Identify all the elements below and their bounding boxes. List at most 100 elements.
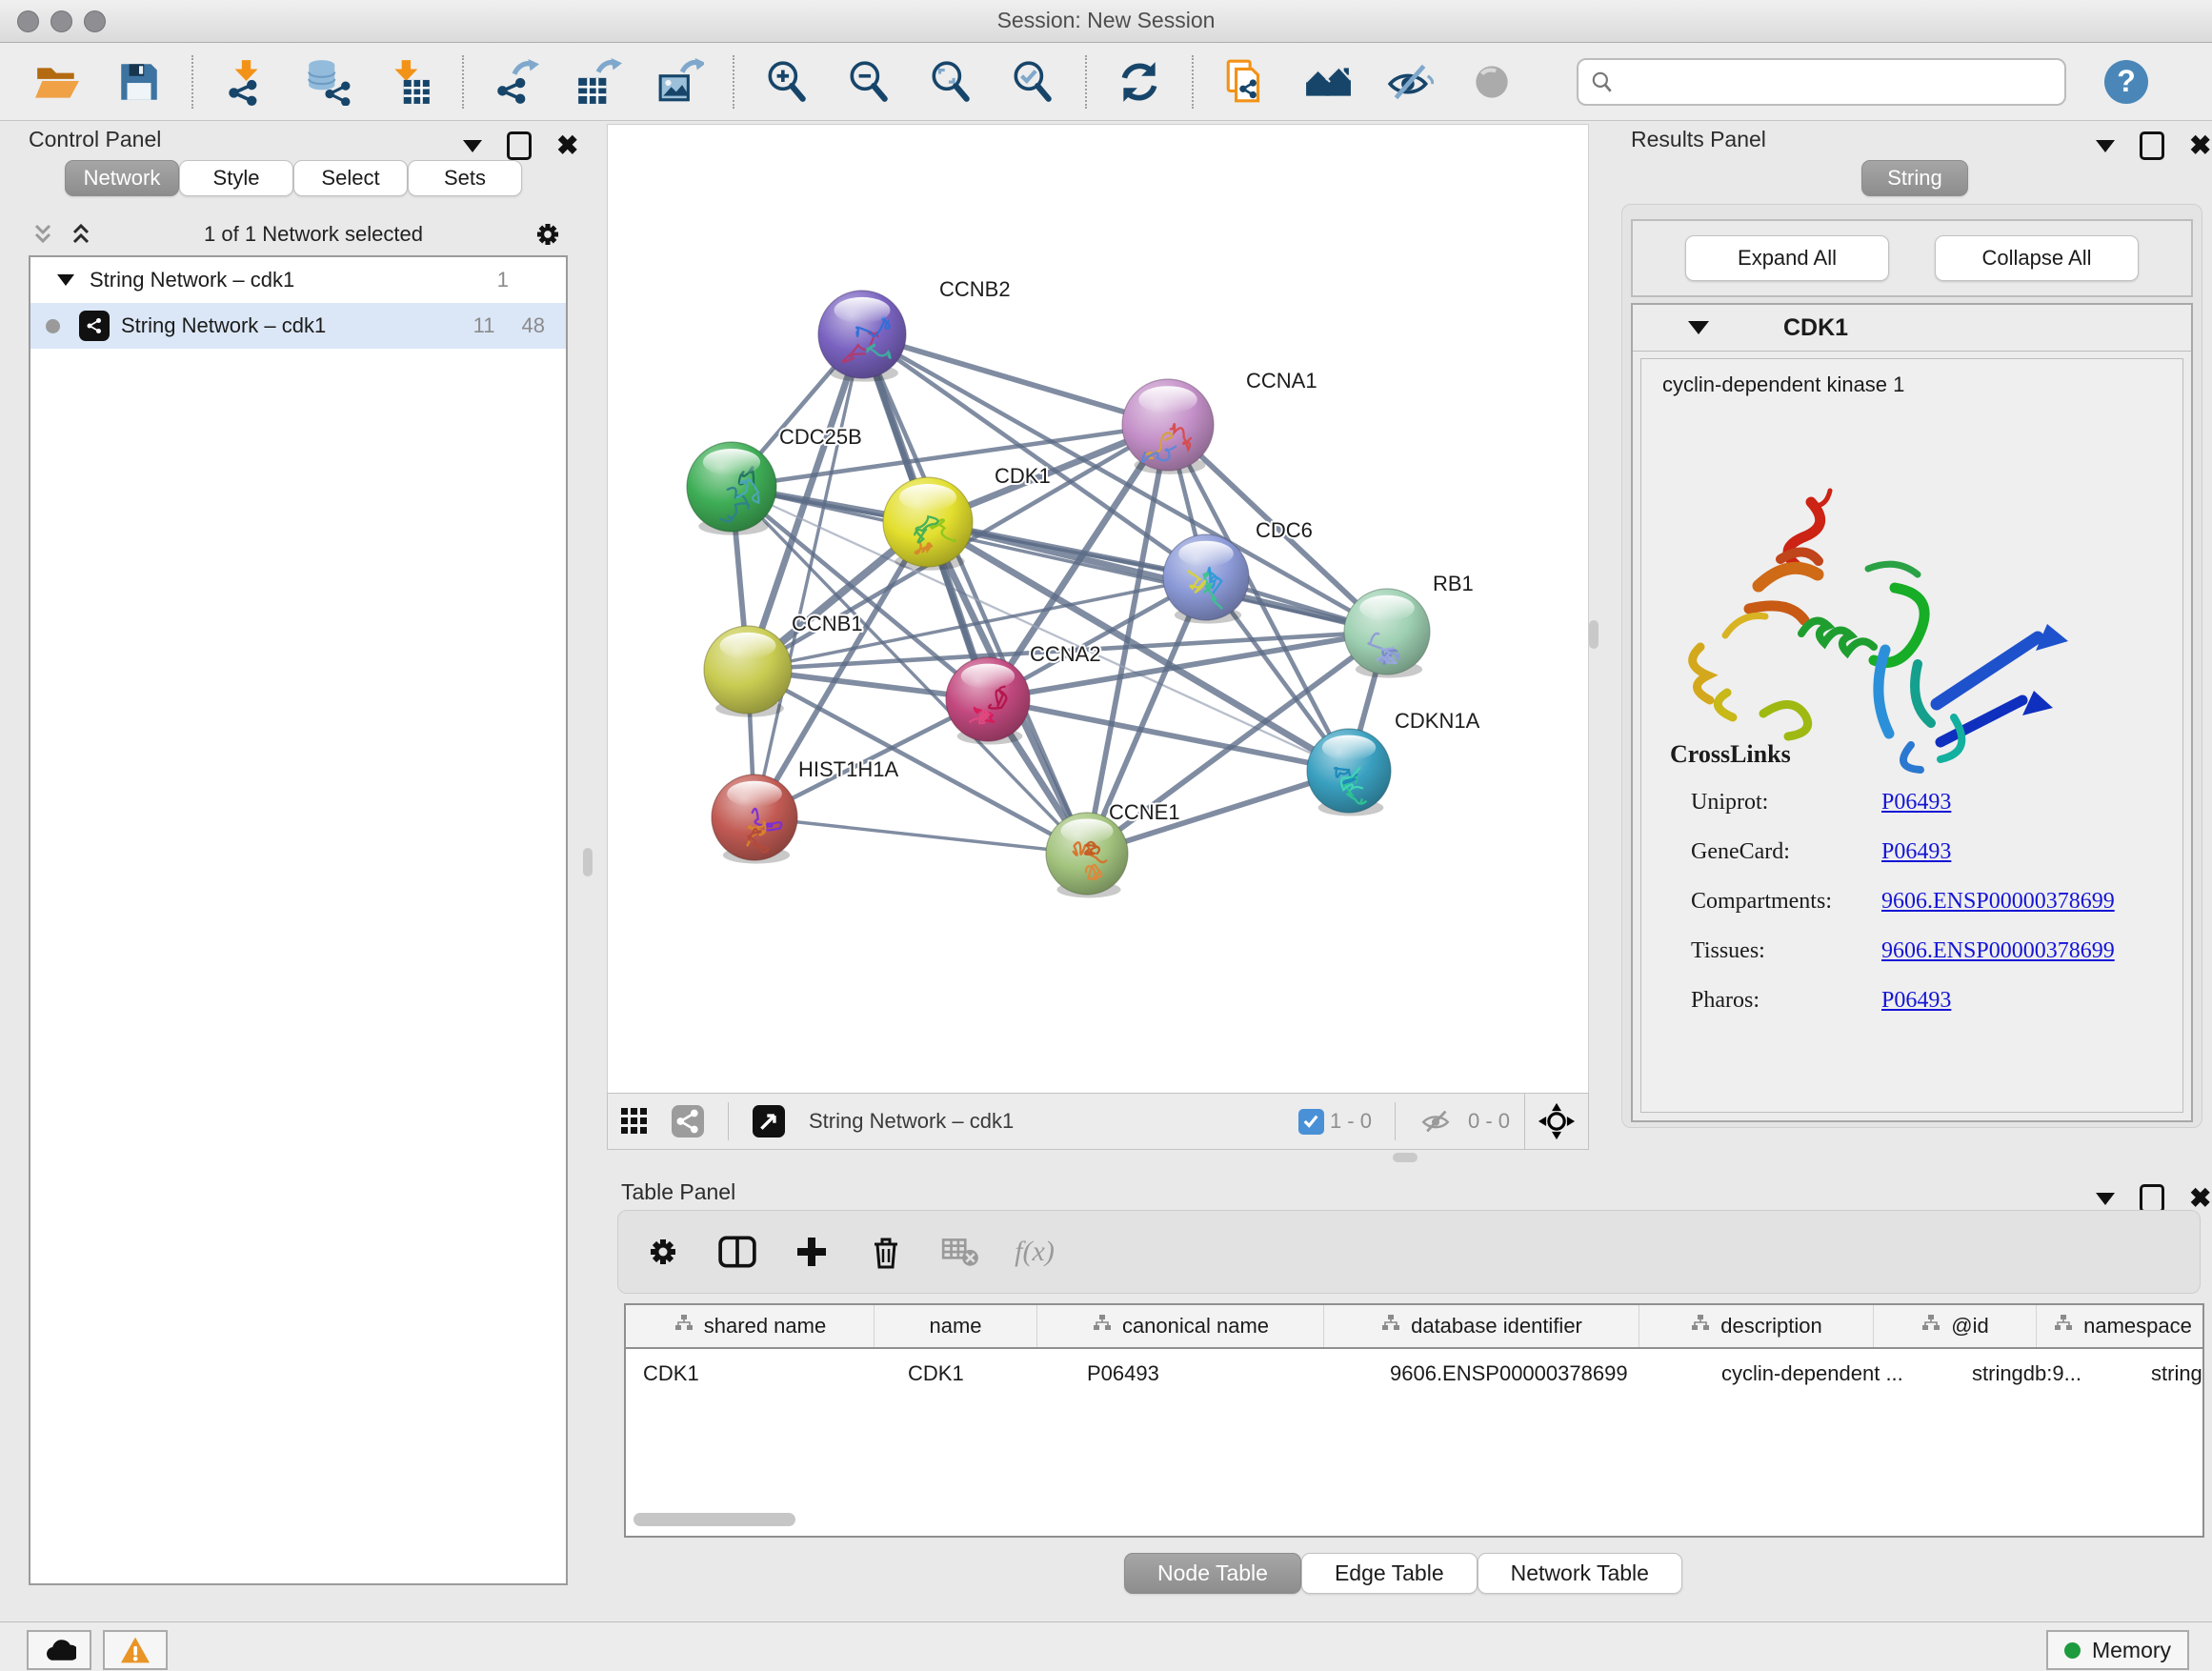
birds-eye-view-icon[interactable] xyxy=(750,1102,788,1140)
panel-close-icon[interactable]: ✖ xyxy=(2189,135,2211,156)
search-input[interactable] xyxy=(1622,70,2053,94)
network-collection-row[interactable]: String Network – cdk1 1 xyxy=(30,257,566,303)
delete-column-button[interactable] xyxy=(860,1226,912,1278)
zoom-out-button[interactable] xyxy=(840,53,897,111)
network-edge-HIST1H1A-CCNE1[interactable] xyxy=(754,817,1087,854)
warnings-button[interactable] xyxy=(103,1630,168,1670)
panel-menu-icon[interactable] xyxy=(2096,140,2115,152)
tab-select[interactable]: Select xyxy=(293,160,408,196)
table-cell[interactable]: CDK1 xyxy=(626,1349,891,1399)
tab-sets[interactable]: Sets xyxy=(408,160,522,196)
scrollbar-thumb[interactable] xyxy=(633,1513,795,1526)
selected-checkbox-icon[interactable] xyxy=(1298,1109,1324,1135)
export-table-icon xyxy=(574,58,622,106)
network-node-HIST1H1A[interactable] xyxy=(712,775,797,864)
gear-icon[interactable] xyxy=(532,218,564,251)
zoom-in-button[interactable] xyxy=(758,53,815,111)
network-view-icon[interactable] xyxy=(669,1102,707,1140)
memory-button[interactable]: Memory xyxy=(2046,1630,2189,1670)
tab-network-table[interactable]: Network Table xyxy=(1478,1553,1682,1594)
column-header-namespace[interactable]: namespace xyxy=(2037,1305,2204,1347)
network-node-CCNA1[interactable] xyxy=(1122,379,1214,474)
node-label-CCNB1: CCNB1 xyxy=(792,612,863,635)
node-details-header[interactable]: CDK1 xyxy=(1633,305,2191,352)
collapse-all-chevron-icon[interactable] xyxy=(29,220,57,249)
panel-float-icon[interactable] xyxy=(2140,131,2164,160)
crosslink-link[interactable]: 9606.ENSP00000378699 xyxy=(1881,938,2115,964)
save-session-button[interactable] xyxy=(111,53,168,111)
import-network-file-button[interactable] xyxy=(217,53,274,111)
network-canvas[interactable]: CCNB2CCNA1CDC25BCDK1CDC6RB1CCNB1CCNA2CDK… xyxy=(607,124,1589,1094)
column-header-description[interactable]: description xyxy=(1639,1305,1874,1347)
cloud-button[interactable] xyxy=(27,1630,91,1670)
panel-float-icon[interactable] xyxy=(507,131,532,160)
table-row[interactable]: CDK1CDK1P064939606.ENSP00000378699cyclin… xyxy=(626,1349,2202,1399)
network-edge-CCNB2-HIST1H1A[interactable] xyxy=(754,334,862,817)
hidden-eye-icon[interactable] xyxy=(1417,1102,1455,1140)
expand-all-chevron-icon[interactable] xyxy=(67,220,95,249)
export-table-button[interactable] xyxy=(570,53,627,111)
table-cell[interactable]: stringdb:9... xyxy=(1955,1349,2134,1399)
network-edge-CCNB2-CCNA1[interactable] xyxy=(862,334,1168,425)
vertical-splitter-handle[interactable] xyxy=(583,848,593,876)
column-header-canonical-name[interactable]: canonical name xyxy=(1037,1305,1324,1347)
crosslink-link[interactable]: P06493 xyxy=(1881,839,1951,865)
import-table-file-button[interactable] xyxy=(381,53,438,111)
tab-style[interactable]: Style xyxy=(179,160,293,196)
show-column-button[interactable] xyxy=(712,1226,763,1278)
help-button[interactable]: ? xyxy=(2104,60,2148,104)
expand-all-button[interactable]: Expand All xyxy=(1685,235,1889,281)
table-cell[interactable]: 9606.ENSP00000378699 xyxy=(1373,1349,1704,1399)
tab-network[interactable]: Network xyxy=(65,160,179,196)
add-column-button[interactable] xyxy=(786,1226,837,1278)
column-header-name[interactable]: name xyxy=(875,1305,1037,1347)
table-settings-button[interactable] xyxy=(637,1226,689,1278)
network-node-CCNA2[interactable] xyxy=(946,657,1030,745)
apply-layout-button[interactable] xyxy=(1111,53,1168,111)
export-image-button[interactable] xyxy=(652,53,709,111)
houses-icon xyxy=(1304,58,1352,106)
import-network-database-button[interactable] xyxy=(299,53,356,111)
network-edge-CDK1-RB1[interactable] xyxy=(928,522,1387,632)
table-cell[interactable]: CDK1 xyxy=(891,1349,1070,1399)
vertical-splitter-handle[interactable] xyxy=(1589,620,1599,649)
collapse-all-button[interactable]: Collapse All xyxy=(1935,235,2139,281)
panel-menu-icon[interactable] xyxy=(2096,1193,2115,1205)
network-node-RB1[interactable] xyxy=(1344,589,1430,678)
clone-network-button[interactable] xyxy=(1217,53,1275,111)
network-node-CDKN1A[interactable] xyxy=(1307,729,1391,816)
table-cell[interactable]: P06493 xyxy=(1070,1349,1373,1399)
tab-node-table[interactable]: Node Table xyxy=(1124,1553,1301,1594)
panel-menu-icon[interactable] xyxy=(463,140,482,152)
horizontal-splitter-handle[interactable] xyxy=(1393,1153,1418,1162)
zoom-selected-button[interactable] xyxy=(1004,53,1061,111)
crosslink-link[interactable]: P06493 xyxy=(1881,988,1951,1014)
disclosure-triangle-icon[interactable] xyxy=(57,274,74,286)
hide-details-button[interactable] xyxy=(1381,53,1438,111)
tab-edge-table[interactable]: Edge Table xyxy=(1301,1553,1478,1594)
first-neighbors-button[interactable] xyxy=(1299,53,1357,111)
crosslink-link[interactable]: 9606.ENSP00000378699 xyxy=(1881,889,2115,915)
disclosure-triangle-icon[interactable] xyxy=(1688,321,1709,334)
panel-float-icon[interactable] xyxy=(2140,1184,2164,1213)
column-header-shared-name[interactable]: shared name xyxy=(626,1305,875,1347)
open-session-button[interactable] xyxy=(29,53,86,111)
crosslink-link[interactable]: P06493 xyxy=(1881,790,1951,815)
column-header-database-identifier[interactable]: database identifier xyxy=(1324,1305,1639,1347)
network-node-CCNE1[interactable] xyxy=(1046,813,1128,897)
table-cell[interactable]: cyclin-dependent ... xyxy=(1704,1349,1955,1399)
sphere-gloss xyxy=(899,484,956,511)
node-label-CDK1: CDK1 xyxy=(995,464,1051,488)
network-row-selected[interactable]: String Network – cdk1 11 48 xyxy=(30,303,566,349)
crosshair-icon[interactable] xyxy=(1538,1102,1576,1140)
export-network-button[interactable] xyxy=(488,53,545,111)
column-header-@id[interactable]: @id xyxy=(1874,1305,2037,1347)
table-cell[interactable]: stringdb xyxy=(2134,1349,2204,1399)
grid-mode-icon[interactable] xyxy=(615,1102,654,1140)
tab-string[interactable]: String xyxy=(1861,160,1968,196)
panel-close-icon[interactable]: ✖ xyxy=(2189,1188,2211,1209)
network-node-CDC6[interactable] xyxy=(1163,534,1249,624)
show-details-button[interactable] xyxy=(1463,53,1520,111)
panel-close-icon[interactable]: ✖ xyxy=(556,135,578,156)
zoom-fit-button[interactable] xyxy=(922,53,979,111)
